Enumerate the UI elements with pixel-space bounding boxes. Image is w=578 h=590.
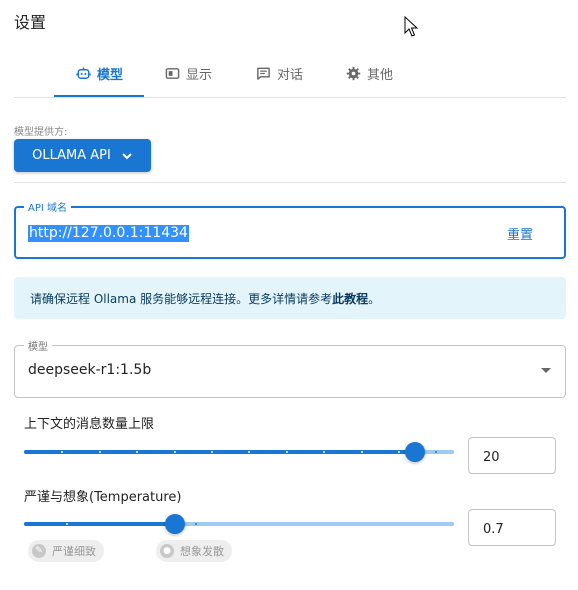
context-slider-tick bbox=[435, 451, 437, 453]
provider-dropdown-button[interactable]: OLLAMA API bbox=[14, 139, 151, 172]
tab-model-label: 模型 bbox=[97, 67, 124, 83]
context-slider-thumb[interactable] bbox=[405, 442, 425, 462]
provider-label: 模型提供方: bbox=[14, 127, 68, 138]
page-title: 设置 bbox=[14, 13, 47, 32]
chip-meticulous[interactable]: ✎ 严谨细致 bbox=[28, 540, 104, 562]
context-slider-tick bbox=[61, 451, 63, 453]
model-label: 模型 bbox=[24, 338, 52, 353]
tab-chat-label: 对话 bbox=[277, 67, 304, 83]
chat-icon bbox=[257, 67, 270, 80]
tab-chat[interactable]: 对话 bbox=[256, 62, 303, 84]
temperature-slider-mark bbox=[195, 523, 197, 525]
context-slider[interactable] bbox=[24, 442, 454, 462]
chip-imaginative[interactable]: ● 想象发散 bbox=[156, 540, 232, 562]
chip-meticulous-label: 严谨细致 bbox=[52, 545, 96, 558]
meticulous-icon: ✎ bbox=[32, 544, 46, 558]
context-limit-input[interactable]: 20 bbox=[468, 437, 556, 474]
tab-display-label: 显示 bbox=[186, 67, 213, 83]
robot-icon bbox=[76, 66, 91, 79]
temperature-slider-track bbox=[24, 522, 175, 526]
reset-button[interactable]: 重置 bbox=[507, 224, 533, 243]
provider-value: OLLAMA API bbox=[32, 148, 111, 163]
temperature-slider-thumb[interactable] bbox=[165, 514, 185, 534]
context-slider-tick bbox=[361, 451, 363, 453]
mouse-pointer-icon bbox=[404, 16, 418, 37]
info-suffix: 。 bbox=[368, 292, 381, 306]
temperature-slider[interactable] bbox=[24, 514, 454, 534]
dropdown-arrow-icon[interactable] bbox=[541, 368, 551, 373]
tutorial-link[interactable]: 此教程 bbox=[332, 292, 368, 306]
temperature-slider-title: 严谨与想象(Temperature) bbox=[24, 490, 182, 505]
context-slider-tick bbox=[136, 451, 138, 453]
api-host-input[interactable]: http://127.0.0.1:11434 bbox=[28, 225, 189, 242]
context-slider-track bbox=[24, 450, 415, 454]
tab-other[interactable]: 其他 bbox=[346, 62, 393, 84]
context-slider-tick bbox=[286, 451, 288, 453]
chip-imaginative-label: 想象发散 bbox=[180, 545, 224, 558]
tab-display[interactable]: 显示 bbox=[165, 62, 212, 84]
display-icon bbox=[165, 67, 180, 79]
lightbulb-icon: ● bbox=[160, 544, 174, 558]
context-slider-title: 上下文的消息数量上限 bbox=[24, 417, 155, 432]
gear-icon bbox=[346, 66, 361, 80]
temperature-input[interactable]: 0.7 bbox=[468, 509, 556, 546]
tab-other-label: 其他 bbox=[367, 67, 394, 83]
context-slider-tick bbox=[323, 451, 325, 453]
api-host-label: API 域名 bbox=[24, 199, 71, 214]
context-slider-tick bbox=[99, 451, 101, 453]
chevron-down-icon bbox=[122, 152, 132, 159]
context-slider-tick bbox=[398, 451, 400, 453]
tab-model[interactable]: 模型 bbox=[76, 62, 123, 84]
context-slider-tick bbox=[174, 451, 176, 453]
tabs-divider bbox=[14, 97, 566, 98]
info-message: 请确保远程 Ollama 服务能够远程连接。更多详情请参考 bbox=[30, 292, 333, 306]
context-slider-tick bbox=[248, 451, 250, 453]
info-text: 请确保远程 Ollama 服务能够远程连接。更多详情请参考此教程。 bbox=[30, 290, 380, 307]
model-value: deepseek-r1:1.5b bbox=[28, 362, 152, 378]
context-slider-tick bbox=[211, 451, 213, 453]
section-divider bbox=[14, 182, 566, 183]
temperature-slider-mark bbox=[66, 523, 68, 525]
